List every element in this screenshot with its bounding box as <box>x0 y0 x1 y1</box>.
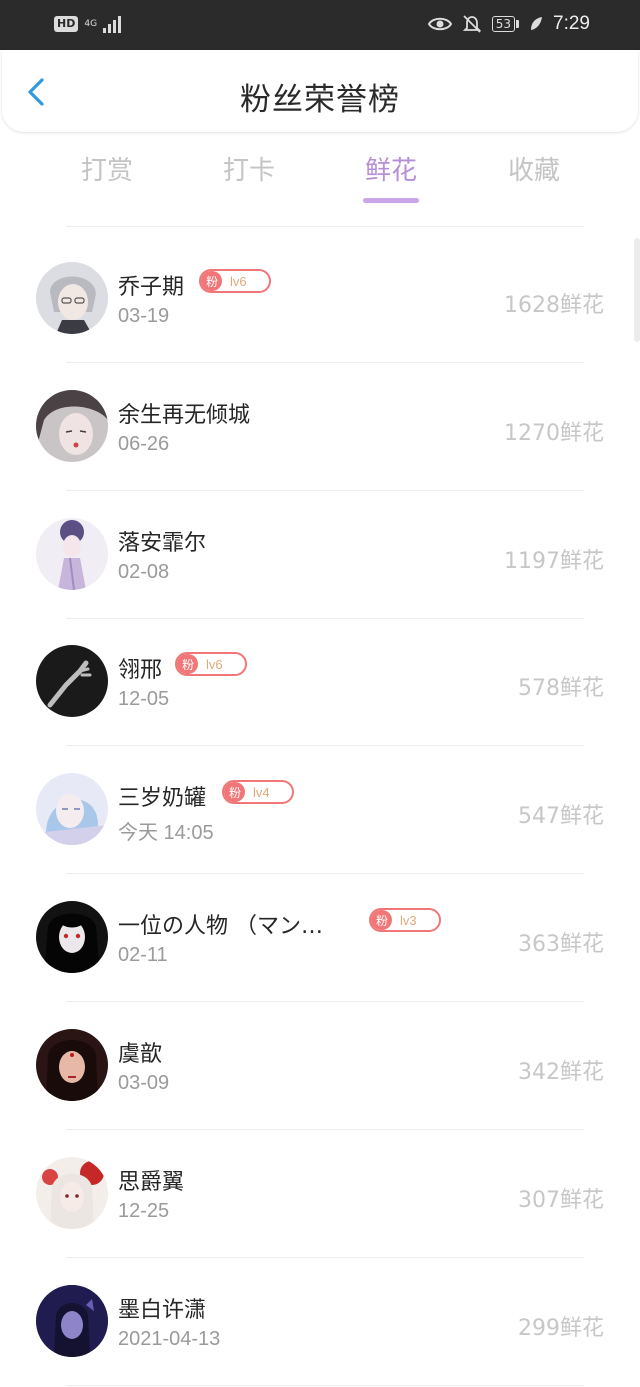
fan-level-badge: 粉 lv4 <box>222 780 294 804</box>
tab-label: 鲜花 <box>364 156 417 186</box>
fan-name: 虞歆 <box>118 1042 163 1067</box>
avatar <box>36 518 108 590</box>
list-item[interactable]: 虞歆 03-09 342鲜花 <box>0 1002 640 1130</box>
avatar <box>36 773 108 845</box>
clock: 7:29 <box>553 13 590 34</box>
fan-level-badge: 粉 lv3 <box>369 908 441 932</box>
status-right: 53 7:29 <box>427 13 590 35</box>
fan-date: 02-11 <box>118 944 168 966</box>
fan-name: 墨白许潇 <box>118 1298 207 1323</box>
scrollbar[interactable] <box>634 238 640 342</box>
header: 粉丝荣誉榜 <box>2 50 638 132</box>
fan-date: 06-26 <box>118 433 170 455</box>
flower-count: 307鲜花 <box>518 1188 604 1213</box>
flower-count: 578鲜花 <box>518 676 604 701</box>
fan-level-badge: 粉 lv6 <box>199 269 271 293</box>
list-item[interactable]: 落安霏尔 02-08 1197鲜花 <box>0 491 640 619</box>
tab-active-indicator <box>363 198 419 203</box>
eye-icon <box>427 17 452 31</box>
flower-count: 363鲜花 <box>518 932 604 957</box>
avatar <box>36 1285 108 1357</box>
fan-date: 12-05 <box>118 688 170 710</box>
fan-name: 乔子期 <box>118 275 185 300</box>
status-left: HD 4G <box>54 15 122 33</box>
tab-flowers[interactable]: 鲜花 <box>336 150 446 203</box>
battery-icon: 53 <box>491 16 520 32</box>
avatar <box>36 901 108 973</box>
fan-date: 02-08 <box>118 561 170 583</box>
status-bar: HD 4G 53 7:29 <box>0 0 640 50</box>
list-item[interactable]: 墨白许潇 2021-04-13 299鲜花 <box>0 1258 640 1386</box>
fan-name: 一位の人物 （マン… <box>118 914 323 939</box>
avatar <box>36 390 108 462</box>
flower-count: 1197鲜花 <box>504 549 604 574</box>
leaf-icon <box>531 17 543 30</box>
avatar <box>36 1157 108 1229</box>
list-item[interactable]: 翎邢 粉 lv6 12-05 578鲜花 <box>0 618 640 746</box>
avatar <box>36 262 108 334</box>
avatar <box>36 645 108 717</box>
battery-level: 53 <box>491 16 516 32</box>
network-type: 4G <box>84 19 97 29</box>
list-item[interactable]: 思爵翼 12-25 307鲜花 <box>0 1130 640 1258</box>
tab-bar: 打赏 打卡 鲜花 收藏 <box>0 150 640 206</box>
fan-level-badge: 粉 lv6 <box>175 652 247 676</box>
signal-icon <box>103 15 122 33</box>
tab-checkin[interactable]: 打卡 <box>194 150 304 187</box>
flower-count: 547鲜花 <box>518 804 604 829</box>
flower-count: 299鲜花 <box>518 1316 604 1341</box>
fan-name: 落安霏尔 <box>118 531 207 556</box>
list-item[interactable]: 三岁奶罐 粉 lv4 今天 14:05 547鲜花 <box>0 746 640 874</box>
fan-date: 2021-04-13 <box>118 1328 221 1350</box>
fan-name: 三岁奶罐 <box>118 786 207 811</box>
fan-date: 12-25 <box>118 1200 170 1222</box>
avatar <box>36 1029 108 1101</box>
flower-count: 342鲜花 <box>518 1060 604 1085</box>
network-label: 4G <box>84 19 98 29</box>
fan-name: 余生再无倾城 <box>118 403 251 428</box>
tab-label: 收藏 <box>507 156 560 186</box>
list-item[interactable]: 一位の人物 （マン… 粉 lv3 02-11 363鲜花 <box>0 874 640 1002</box>
fan-date: 今天 14:05 <box>118 822 214 844</box>
flower-count: 1628鲜花 <box>504 293 604 318</box>
tab-favorites[interactable]: 收藏 <box>479 150 589 187</box>
bell-off-icon <box>462 15 481 33</box>
fan-date: 03-19 <box>118 305 170 327</box>
tab-label: 打赏 <box>80 156 133 186</box>
fan-name: 思爵翼 <box>118 1170 185 1195</box>
tab-reward[interactable]: 打赏 <box>52 150 162 187</box>
hd-icon: HD <box>54 16 79 32</box>
divider <box>66 226 584 227</box>
fan-name: 翎邢 <box>118 658 163 683</box>
divider <box>66 1384 584 1386</box>
list-item[interactable]: 乔子期 粉 lv6 03-19 1628鲜花 <box>0 235 640 363</box>
flower-count: 1270鲜花 <box>504 421 604 446</box>
tab-label: 打卡 <box>222 156 275 186</box>
page-title: 粉丝荣誉榜 <box>240 82 400 118</box>
list-item[interactable]: 余生再无倾城 06-26 1270鲜花 <box>0 363 640 491</box>
fan-date: 03-09 <box>118 1072 170 1094</box>
